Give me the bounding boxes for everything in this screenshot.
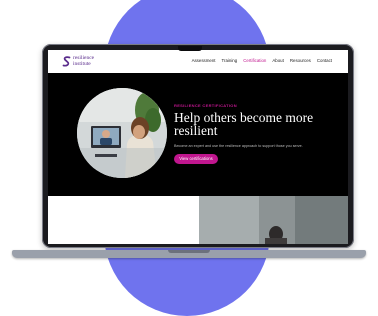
site-header: resilience institute Assessment Training…: [48, 50, 348, 73]
hero-headline: Help others become more resilient: [174, 110, 314, 138]
resilience-s-logo-icon: [62, 56, 71, 67]
content-block-white: [48, 196, 199, 244]
content-photo: [199, 196, 348, 244]
nav-link-contact[interactable]: Contact: [317, 58, 332, 63]
nav-link-assessment[interactable]: Assessment: [192, 58, 216, 63]
office-person-photo: [199, 196, 348, 244]
hero-subtext: Become an expert and use the resilience …: [174, 144, 303, 148]
logo-wordmark: resilience institute: [73, 55, 113, 67]
camera-notch: [178, 46, 202, 51]
video-call-illustration: [77, 88, 167, 178]
laptop-opening-notch: [168, 250, 210, 253]
nav-link-certification[interactable]: Certification: [243, 58, 266, 63]
hero-eyebrow: RESILIENCE CERTIFICATION: [174, 103, 237, 108]
main-nav: Assessment Training Certification About …: [192, 58, 332, 63]
view-certifications-button[interactable]: View certifications: [174, 154, 218, 164]
nav-link-about[interactable]: About: [272, 58, 283, 63]
hero-photo: [77, 88, 167, 178]
laptop-screen: resilience institute Assessment Training…: [48, 50, 348, 244]
logo-line-2: institute: [73, 61, 91, 67]
nav-link-resources[interactable]: Resources: [290, 58, 311, 63]
nav-link-training[interactable]: Training: [221, 58, 237, 63]
